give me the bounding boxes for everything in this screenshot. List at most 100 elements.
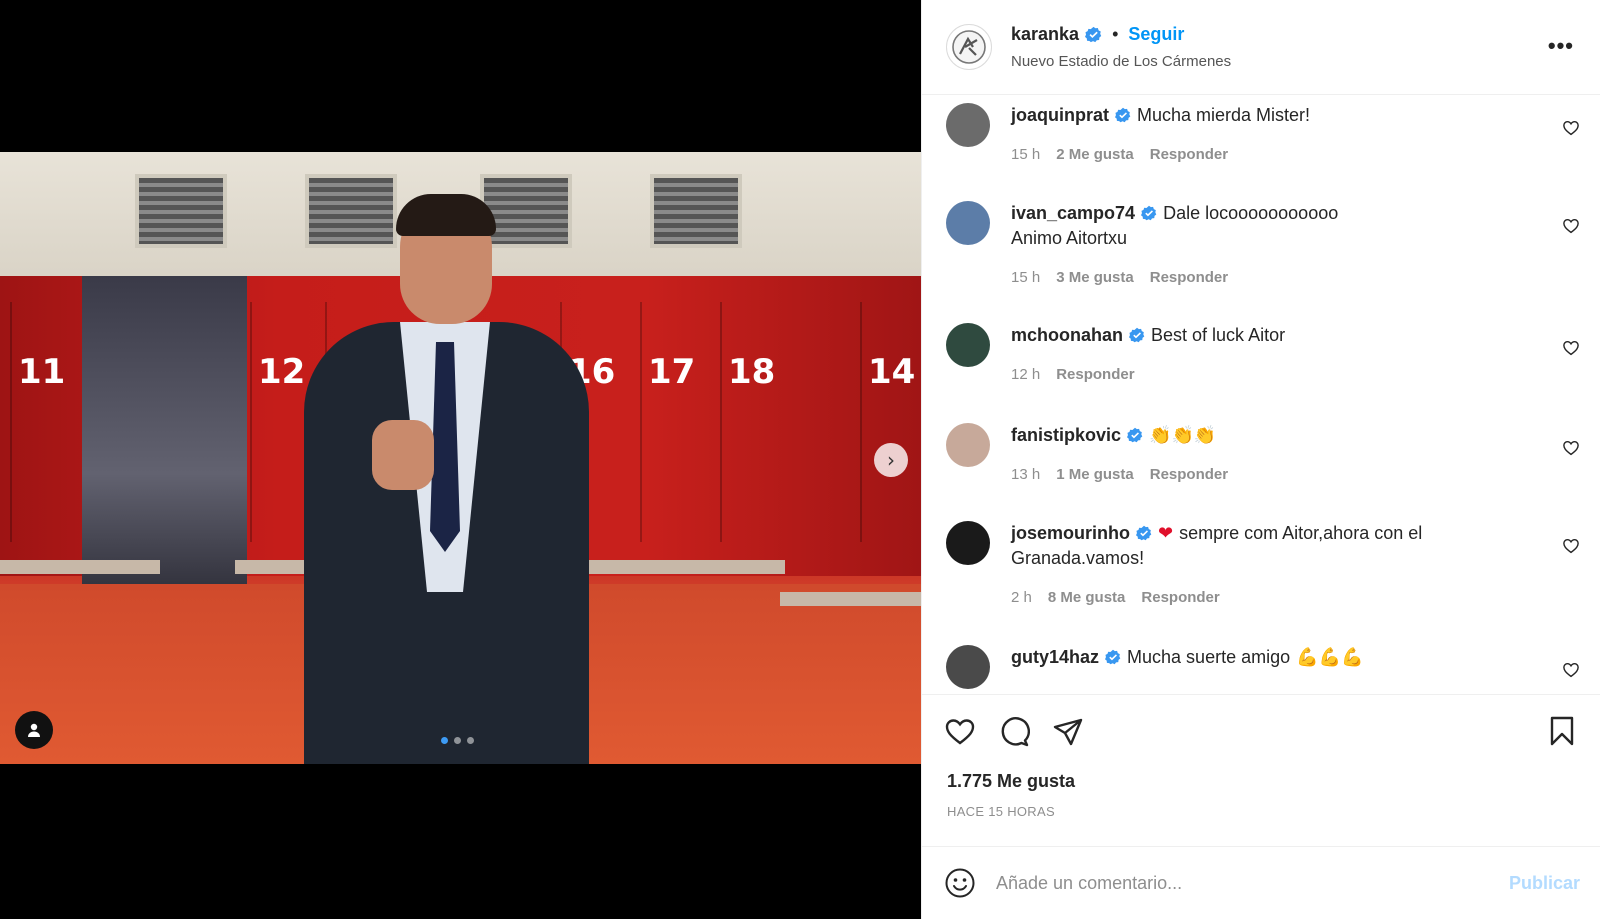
comment-body: 👏👏👏	[1149, 425, 1217, 446]
photo-person-hair	[396, 194, 496, 236]
comment-likes[interactable]: 3 Me gusta	[1056, 269, 1134, 286]
user-tag-icon	[28, 723, 40, 737]
comment-meta: 12 h Responder	[1011, 366, 1550, 383]
photo-vent	[135, 174, 227, 248]
comment-text: josemourinho ❤ sempre com Aitor,ahora con …	[1011, 521, 1550, 571]
post-sidebar: karanka • Seguir Nuevo Estadio de Los Cá…	[921, 0, 1600, 919]
comment-likes[interactable]: 2 Me gusta	[1056, 146, 1134, 163]
comment-username[interactable]: joaquinprat	[1011, 105, 1109, 125]
comment-meta: 15 h 2 Me gusta Responder	[1011, 146, 1550, 163]
avatar[interactable]	[946, 201, 990, 245]
likes-count[interactable]: 1.775 Me gusta	[947, 771, 1580, 792]
comment-item: mchoonahan Best of luck Aitor 12 h Responde…	[946, 323, 1580, 383]
comment-time: 13 h	[1011, 466, 1041, 483]
comment-body: Dale locooooooooooo	[1163, 203, 1339, 223]
post-timestamp: HACE 15 HORAS	[947, 804, 1055, 819]
carousel-indicator	[441, 737, 474, 744]
avatar[interactable]	[946, 323, 990, 367]
photo-locker: 11	[10, 302, 80, 542]
follow-button[interactable]: Seguir	[1128, 24, 1184, 45]
photo-vent	[480, 174, 572, 248]
verified-badge-icon	[1105, 649, 1121, 665]
comment-like-icon[interactable]	[1562, 537, 1580, 555]
comment-username[interactable]: ivan_campo74	[1011, 203, 1135, 223]
verified-badge-icon	[1115, 107, 1131, 123]
verified-badge-icon	[1136, 525, 1152, 541]
verified-badge-icon	[1127, 427, 1143, 443]
comment-time: 15 h	[1011, 146, 1041, 163]
verified-badge-icon	[1141, 205, 1157, 221]
post-actions: 1.775 Me gusta HACE 15 HORAS	[922, 694, 1600, 846]
comment-text: ivan_campo74 Dale locooooooooooo Animo Ait…	[1011, 201, 1550, 251]
reply-button[interactable]: Responder	[1056, 366, 1134, 383]
comment-time: 15 h	[1011, 269, 1041, 286]
comment-like-icon[interactable]	[1562, 217, 1580, 235]
reply-button[interactable]: Responder	[1150, 146, 1228, 163]
carousel-dot	[467, 737, 474, 744]
instagram-post-view: 11 12 13 16 17 18 14 ›	[0, 0, 1600, 919]
comment-composer: Publicar	[922, 846, 1600, 919]
reply-button[interactable]: Responder	[1150, 466, 1228, 483]
reply-button[interactable]: Responder	[1141, 589, 1219, 606]
post-author-username[interactable]: karanka	[1011, 24, 1079, 45]
comment-meta: 15 h 3 Me gusta Responder	[1011, 269, 1550, 286]
avatar[interactable]	[946, 645, 990, 689]
more-options-icon[interactable]: •••	[1548, 33, 1574, 59]
heart-icon[interactable]	[944, 716, 976, 748]
karanka-logo-icon	[952, 30, 986, 64]
comment-username[interactable]: fanistipkovic	[1011, 425, 1121, 445]
comment-item: guty14haz Mucha suerte amigo 💪💪💪	[946, 645, 1580, 689]
send-icon[interactable]	[1052, 716, 1084, 748]
post-photo[interactable]: 11 12 13 16 17 18 14	[0, 152, 921, 764]
comment-input[interactable]	[996, 872, 1509, 894]
comment-item: joaquinprat Mucha mierda Mister! 15 h 2 Me …	[946, 103, 1580, 163]
user-tag-button[interactable]	[15, 711, 53, 749]
post-location[interactable]: Nuevo Estadio de Los Cármenes	[1011, 53, 1231, 70]
photo-locker: 18	[720, 302, 790, 542]
comment-meta: 2 h 8 Me gusta Responder	[1011, 589, 1550, 606]
carousel-dot	[441, 737, 448, 744]
comment-time: 2 h	[1011, 589, 1032, 606]
comment-likes[interactable]: 1 Me gusta	[1056, 466, 1134, 483]
photo-person-thumbs-up	[372, 420, 434, 490]
comment-username[interactable]: josemourinho	[1011, 523, 1130, 543]
photo-locker: 14	[860, 302, 921, 542]
comment-body: Mucha suerte amigo	[1127, 647, 1291, 667]
avatar[interactable]	[946, 521, 990, 565]
bookmark-icon[interactable]	[1546, 715, 1578, 747]
comment-username[interactable]: mchoonahan	[1011, 325, 1123, 345]
comment-like-icon[interactable]	[1562, 661, 1580, 679]
post-media-pane: 11 12 13 16 17 18 14 ›	[0, 0, 921, 919]
comment-body: sempre com Aitor,ahora con el	[1179, 523, 1423, 543]
comment-item: fanistipkovic 👏👏👏 13 h 1 Me gusta Responder	[946, 423, 1580, 483]
header-separator: •	[1112, 24, 1119, 44]
avatar[interactable]	[946, 103, 990, 147]
red-heart-emoji: ❤	[1158, 523, 1174, 544]
verified-badge-icon	[1085, 26, 1102, 43]
comment-text: joaquinprat Mucha mierda Mister!	[1011, 103, 1550, 128]
comment-like-icon[interactable]	[1562, 119, 1580, 137]
comment-username[interactable]: guty14haz	[1011, 647, 1099, 667]
photo-bench	[585, 560, 785, 574]
comment-body-line2: Granada.vamos!	[1011, 548, 1145, 568]
avatar[interactable]	[946, 423, 990, 467]
comment-icon[interactable]	[998, 716, 1030, 748]
comment-meta: 13 h 1 Me gusta Responder	[1011, 466, 1550, 483]
comments-list[interactable]: joaquinprat Mucha mierda Mister! 15 h 2 Me …	[922, 95, 1600, 694]
post-header: karanka • Seguir Nuevo Estadio de Los Cá…	[922, 0, 1600, 95]
carousel-next-button[interactable]: ›	[874, 443, 908, 477]
flexed-biceps-emoji: 💪💪💪	[1296, 647, 1364, 668]
photo-bench	[780, 592, 921, 606]
emoji-icon[interactable]	[944, 867, 976, 899]
comment-item: josemourinho ❤ sempre com Aitor,ahora con …	[946, 521, 1580, 606]
reply-button[interactable]: Responder	[1150, 269, 1228, 286]
photo-mural	[82, 276, 247, 606]
avatar[interactable]	[946, 24, 992, 70]
comment-text: guty14haz Mucha suerte amigo 💪💪💪	[1011, 645, 1550, 670]
comment-likes[interactable]: 8 Me gusta	[1048, 589, 1126, 606]
chevron-right-icon: ›	[887, 448, 895, 472]
comment-like-icon[interactable]	[1562, 339, 1580, 357]
comment-body: Mucha mierda Mister!	[1137, 105, 1311, 125]
comment-like-icon[interactable]	[1562, 439, 1580, 457]
publish-button[interactable]: Publicar	[1509, 873, 1580, 894]
